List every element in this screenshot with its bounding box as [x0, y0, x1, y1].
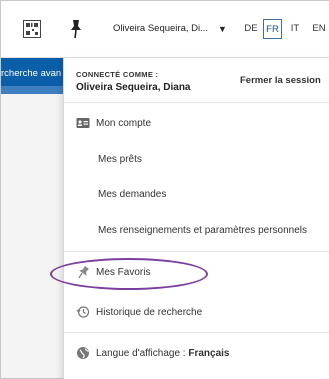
connected-as-label: CONNECTÉ COMME :	[76, 70, 159, 79]
divider	[64, 251, 329, 252]
pin-icon	[78, 265, 89, 279]
pin-icon[interactable]	[68, 19, 84, 39]
menu-item-my-loans[interactable]: Mes prêts	[98, 149, 329, 169]
logout-button[interactable]: Fermer la session	[240, 75, 321, 86]
lang-it[interactable]: IT	[288, 19, 302, 39]
menu-item-label: Mes Favoris	[96, 266, 151, 278]
menu-item-label: Mon compte	[96, 117, 152, 129]
user-menu-panel: CONNECTÉ COMME : Oliveira Sequeira, Dian…	[63, 58, 329, 379]
advanced-search-label: rcherche avan	[1, 68, 62, 79]
menu-item-label: Mes prêts	[98, 153, 142, 165]
menu-item-my-requests[interactable]: Mes demandes	[98, 184, 329, 204]
globe-icon	[77, 347, 89, 359]
caret-down-icon: ▼	[218, 23, 227, 34]
menu-item-label: Historique de recherche	[96, 306, 203, 318]
top-toolbar: Oliveira Sequeira, Di... ▼ DE FR IT EN	[1, 1, 329, 58]
menu-item-label: Mes renseignements et paramètres personn…	[98, 224, 307, 236]
page-background	[1, 58, 63, 378]
advanced-search-link[interactable]: rcherche avan	[1, 68, 63, 79]
qr-code-icon[interactable]	[23, 20, 41, 38]
menu-item-my-favorites[interactable]: Mes Favoris	[76, 262, 329, 282]
lang-de[interactable]: DE	[243, 19, 259, 39]
language-label: Langue d'affichage :	[96, 347, 189, 359]
user-menu-label: Oliveira Sequeira, Di...	[113, 23, 209, 34]
lang-fr[interactable]: FR	[263, 19, 282, 39]
user-name: Oliveira Sequeira, Diana	[76, 82, 191, 93]
lang-en[interactable]: EN	[310, 19, 328, 39]
menu-item-my-account[interactable]: Mon compte	[76, 113, 329, 133]
menu-item-personal-settings[interactable]: Mes renseignements et paramètres personn…	[98, 220, 329, 240]
menu-item-display-language[interactable]: Langue d'affichage : Français	[76, 343, 329, 363]
menu-item-search-history[interactable]: Historique de recherche	[76, 302, 329, 322]
language-value: Français	[188, 347, 230, 359]
menu-item-label: Mes demandes	[98, 188, 167, 200]
divider	[64, 332, 329, 333]
user-menu-dropdown[interactable]: Oliveira Sequeira, Di... ▼	[113, 23, 227, 34]
history-icon	[76, 306, 90, 318]
id-card-icon	[76, 118, 90, 128]
divider	[64, 102, 329, 103]
